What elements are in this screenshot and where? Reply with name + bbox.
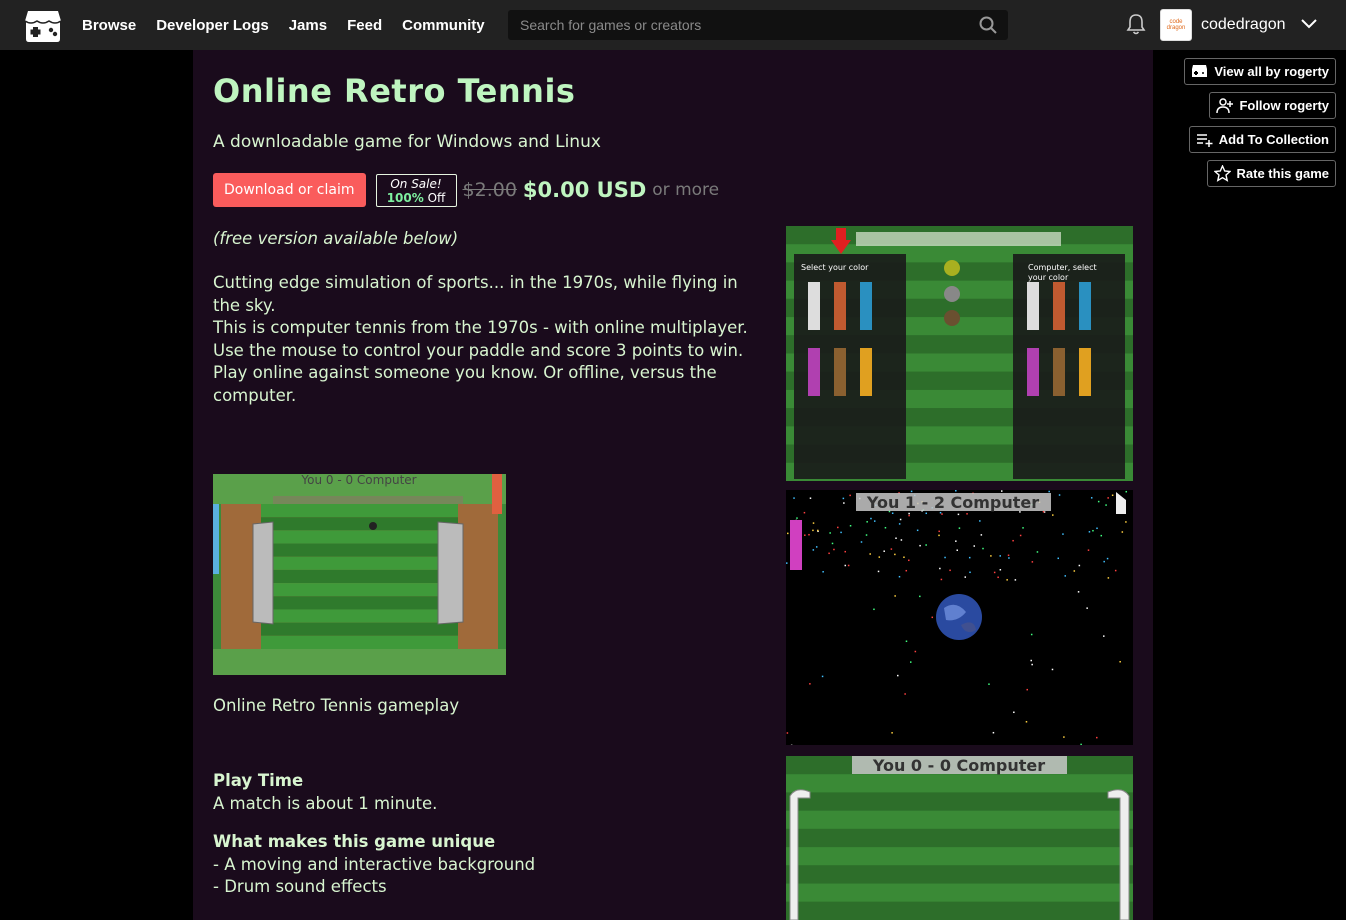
follow-label: Follow rogerty	[1239, 98, 1329, 113]
description-line: Cutting edge simulation of sports... in …	[213, 273, 738, 315]
nav-jams[interactable]: Jams	[289, 17, 327, 34]
add-list-icon	[1196, 134, 1213, 147]
screenshot-2[interactable]: You 1 - 2 Computer	[786, 490, 1133, 745]
game-page-column: Online Retro Tennis A downloadable game …	[193, 50, 1153, 920]
rate-game-button[interactable]: Rate this game	[1206, 160, 1336, 187]
nav-developer-logs[interactable]: Developer Logs	[156, 17, 269, 34]
nav-browse[interactable]: Browse	[82, 17, 136, 34]
view-all-button[interactable]: View all by rogerty	[1184, 58, 1336, 85]
sale-discount: 100% Off	[377, 191, 456, 205]
game-subtitle: A downloadable game for Windows and Linu…	[213, 132, 601, 152]
game-description: Cutting edge simulation of sports... in …	[213, 272, 753, 407]
computer-select-label-2: your color	[1028, 273, 1069, 282]
sale-badge: On Sale! 100% Off	[375, 173, 457, 207]
description-line: Use the mouse to control your paddle and…	[213, 340, 744, 360]
purchase-row: Download or claim On Sale! 100% Off $2.0…	[213, 173, 719, 207]
or-more-label: or more	[652, 180, 720, 200]
user-plus-icon	[1216, 98, 1234, 114]
star-icon	[1213, 165, 1231, 182]
view-all-label: View all by rogerty	[1214, 64, 1329, 79]
top-bar: Browse Developer Logs Jams Feed Communit…	[0, 0, 1346, 50]
computer-select-label-1: Computer, select	[1028, 263, 1097, 272]
bell-icon[interactable]	[1125, 12, 1147, 36]
nav-community[interactable]: Community	[402, 17, 485, 34]
chevron-down-icon[interactable]	[1300, 15, 1318, 33]
search-input[interactable]	[508, 10, 968, 40]
user-menu[interactable]: code dragon codedragon	[1160, 9, 1286, 41]
game-title: Online Retro Tennis	[213, 72, 576, 110]
avatar[interactable]: code dragon	[1160, 9, 1192, 41]
gameplay-image: You 0 - 0 Computer	[213, 474, 506, 675]
sale-off: Off	[427, 190, 446, 205]
inline-score-text: You 0 - 0 Computer	[300, 474, 416, 487]
download-or-claim-button[interactable]: Download or claim	[213, 173, 366, 207]
sale-label: On Sale!	[390, 176, 442, 191]
description-line: This is computer tennis from the 1970s -…	[213, 318, 748, 337]
game-actions: View all by rogerty Follow rogerty Add T…	[1184, 58, 1336, 187]
itchio-small-icon	[1192, 65, 1208, 77]
unique-item: - A moving and interactive background	[213, 855, 536, 874]
follow-button[interactable]: Follow rogerty	[1209, 92, 1336, 119]
screenshot-3[interactable]: You 0 - 0 Computer	[786, 756, 1133, 920]
rate-label: Rate this game	[1236, 166, 1329, 181]
sale-percent: 100%	[386, 190, 424, 205]
screenshot-1[interactable]: Select your color Computer, select your …	[786, 226, 1133, 481]
free-version-note: (free version available below)	[213, 229, 459, 248]
s2-score-text: You 1 - 2 Computer	[866, 493, 1039, 512]
unique-heading: What makes this game unique	[213, 832, 496, 851]
itchio-logo-icon[interactable]	[24, 9, 62, 43]
search-box	[508, 10, 1008, 40]
main-nav: Browse Developer Logs Jams Feed Communit…	[82, 0, 485, 50]
original-price: $2.00	[462, 179, 517, 201]
add-collection-label: Add To Collection	[1218, 132, 1329, 147]
s3-score-text: You 0 - 0 Computer	[872, 756, 1045, 775]
nav-feed[interactable]: Feed	[347, 17, 382, 34]
play-time-heading: Play Time	[213, 771, 304, 790]
search-icon[interactable]	[978, 15, 998, 35]
image-caption: Online Retro Tennis gameplay	[213, 696, 460, 715]
add-to-collection-button[interactable]: Add To Collection	[1188, 126, 1336, 153]
play-time-text: A match is about 1 minute.	[213, 794, 438, 813]
select-color-label: Select your color	[801, 263, 869, 272]
current-price: $0.00 USD	[522, 178, 647, 202]
username[interactable]: codedragon	[1201, 16, 1286, 34]
unique-item: - Drum sound effects	[213, 877, 387, 896]
description-line: Play online against someone you know. Or…	[213, 363, 717, 405]
